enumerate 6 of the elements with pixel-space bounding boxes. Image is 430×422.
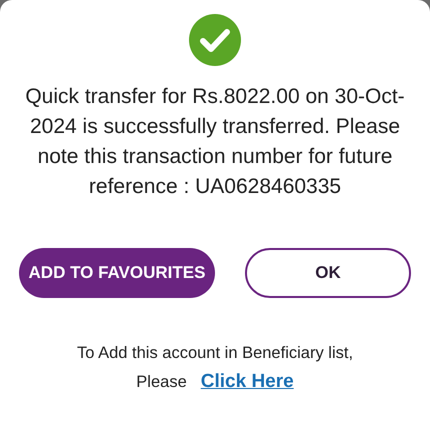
click-here-link[interactable]: Click Here: [200, 371, 294, 393]
please-label: Please: [136, 373, 187, 392]
beneficiary-note: To Add this account in Beneficiary list,: [76, 344, 354, 363]
ok-button[interactable]: OK: [245, 248, 411, 298]
add-favourites-button[interactable]: ADD TO FAVOURITES: [19, 248, 215, 298]
success-message: Quick transfer for Rs.8022.00 on 30-Oct-2024 is successfully transferred. Please note this transaction number for future reference : UA0628460335: [24, 84, 406, 200]
